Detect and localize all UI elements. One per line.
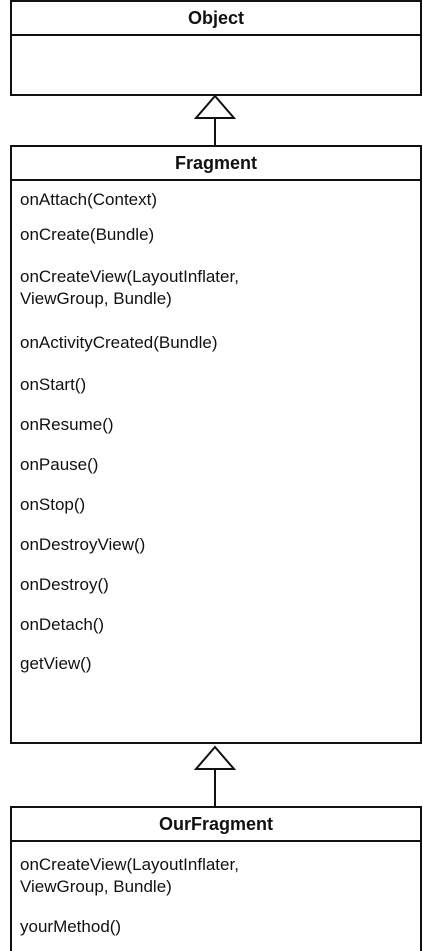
method-oncreateview-override: onCreateView(LayoutInflater, ViewGroup, … (20, 855, 239, 896)
method-ondestroy: onDestroy() (20, 575, 109, 594)
class-fragment: Fragment onAttach(Context) onCreate(Bund… (10, 145, 422, 744)
method-onactivitycreated: onActivityCreated(Bundle) (20, 333, 218, 352)
class-ourfragment: OurFragment onCreateView(LayoutInflater,… (10, 806, 422, 951)
method-onstop: onStop() (20, 495, 86, 514)
class-ourfragment-methods: onCreateView(LayoutInflater, ViewGroup, … (12, 842, 420, 948)
class-object-name: Object (12, 2, 420, 36)
class-fragment-methods: onAttach(Context) onCreate(Bundle) onCre… (12, 181, 420, 683)
method-onpause: onPause() (20, 455, 99, 474)
method-onresume: onResume() (20, 415, 114, 434)
inheritance-arrow-ourfragment-fragment (193, 745, 237, 807)
method-oncreateview: onCreateView(LayoutInflater, ViewGroup, … (20, 267, 239, 308)
method-yourmethod: yourMethod() (20, 917, 122, 936)
method-ondetach: onDetach() (20, 615, 105, 634)
class-fragment-name: Fragment (12, 147, 420, 181)
method-oncreate: onCreate(Bundle) (20, 225, 155, 244)
class-ourfragment-name: OurFragment (12, 808, 420, 842)
method-onstart: onStart() (20, 375, 87, 394)
inheritance-arrow-fragment-object (193, 94, 237, 146)
method-ondestroyview: onDestroyView() (20, 535, 146, 554)
method-onattach: onAttach(Context) (20, 190, 158, 209)
class-object: Object (10, 0, 422, 96)
method-getview: getView() (20, 654, 92, 673)
